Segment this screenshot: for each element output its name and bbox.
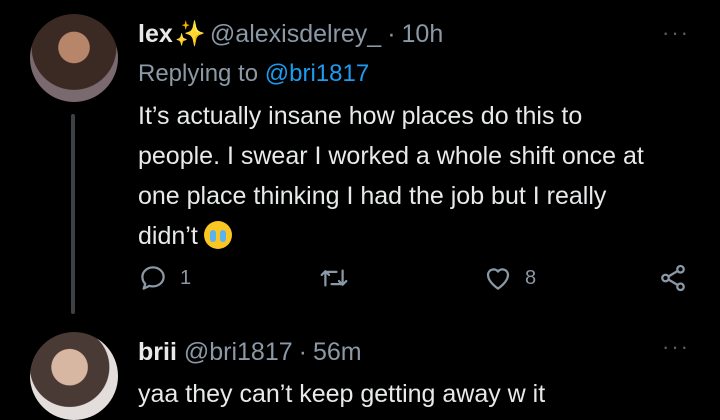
tweet-actions: 1 8 (138, 262, 698, 294)
tweet-text-line: people. I swear I worked a whole shift o… (138, 142, 644, 170)
replying-to-handle-link[interactable]: @bri1817 (265, 60, 369, 87)
separator-dot: · (387, 20, 396, 48)
share-button[interactable] (658, 262, 688, 294)
user-handle[interactable]: @alexisdelrey_ (210, 20, 381, 48)
tweet-text-line: It’s actually insane how places do this … (138, 102, 583, 130)
replying-to-label: Replying to (138, 60, 259, 87)
retweet-button[interactable] (318, 262, 350, 294)
separator-dot: · (298, 338, 307, 366)
tweet-text: It’s actually insane how places do this … (138, 96, 700, 256)
tweet-text-line: didn’t (138, 222, 198, 250)
sparkles-emoji-icon: ✨ (174, 20, 206, 48)
reply-count: 1 (180, 266, 192, 289)
heart-icon (486, 268, 510, 290)
share-icon (661, 264, 685, 292)
reply-icon (141, 266, 165, 290)
thread-connector-line (71, 114, 75, 314)
tweet-text-line: one place thinking I had the job but I r… (138, 182, 607, 210)
tweet-text: yaa they can’t keep getting away w it (138, 380, 546, 408)
reply-button[interactable]: 1 (138, 262, 191, 294)
crying-face-emoji-icon (203, 221, 232, 249)
timestamp[interactable]: 10h (402, 20, 444, 48)
tweet-brii[interactable]: ··· brii @bri1817 · 56m yaa they can’t kee… (0, 320, 720, 420)
avatar[interactable] (30, 332, 118, 420)
tweet-lex[interactable]: ··· lex✨ @alexisdelrey_ · 10h Replying to @… (0, 0, 720, 320)
like-button[interactable]: 8 (483, 262, 536, 294)
tweet-header: lex✨ @alexisdelrey_ · 10h (138, 16, 700, 52)
retweet-icon (320, 269, 348, 287)
like-count: 8 (525, 266, 537, 289)
user-handle[interactable]: @bri1817 (184, 338, 293, 366)
tweet-text-line-last: didn’t (138, 216, 700, 256)
timestamp[interactable]: 56m (313, 338, 362, 366)
replying-to: Replying to @bri1817 (138, 56, 700, 92)
display-name[interactable]: brii (138, 338, 177, 366)
tweet-header: brii @bri1817 · 56m (138, 334, 700, 370)
avatar[interactable] (30, 14, 118, 102)
display-name[interactable]: lex (138, 20, 173, 48)
